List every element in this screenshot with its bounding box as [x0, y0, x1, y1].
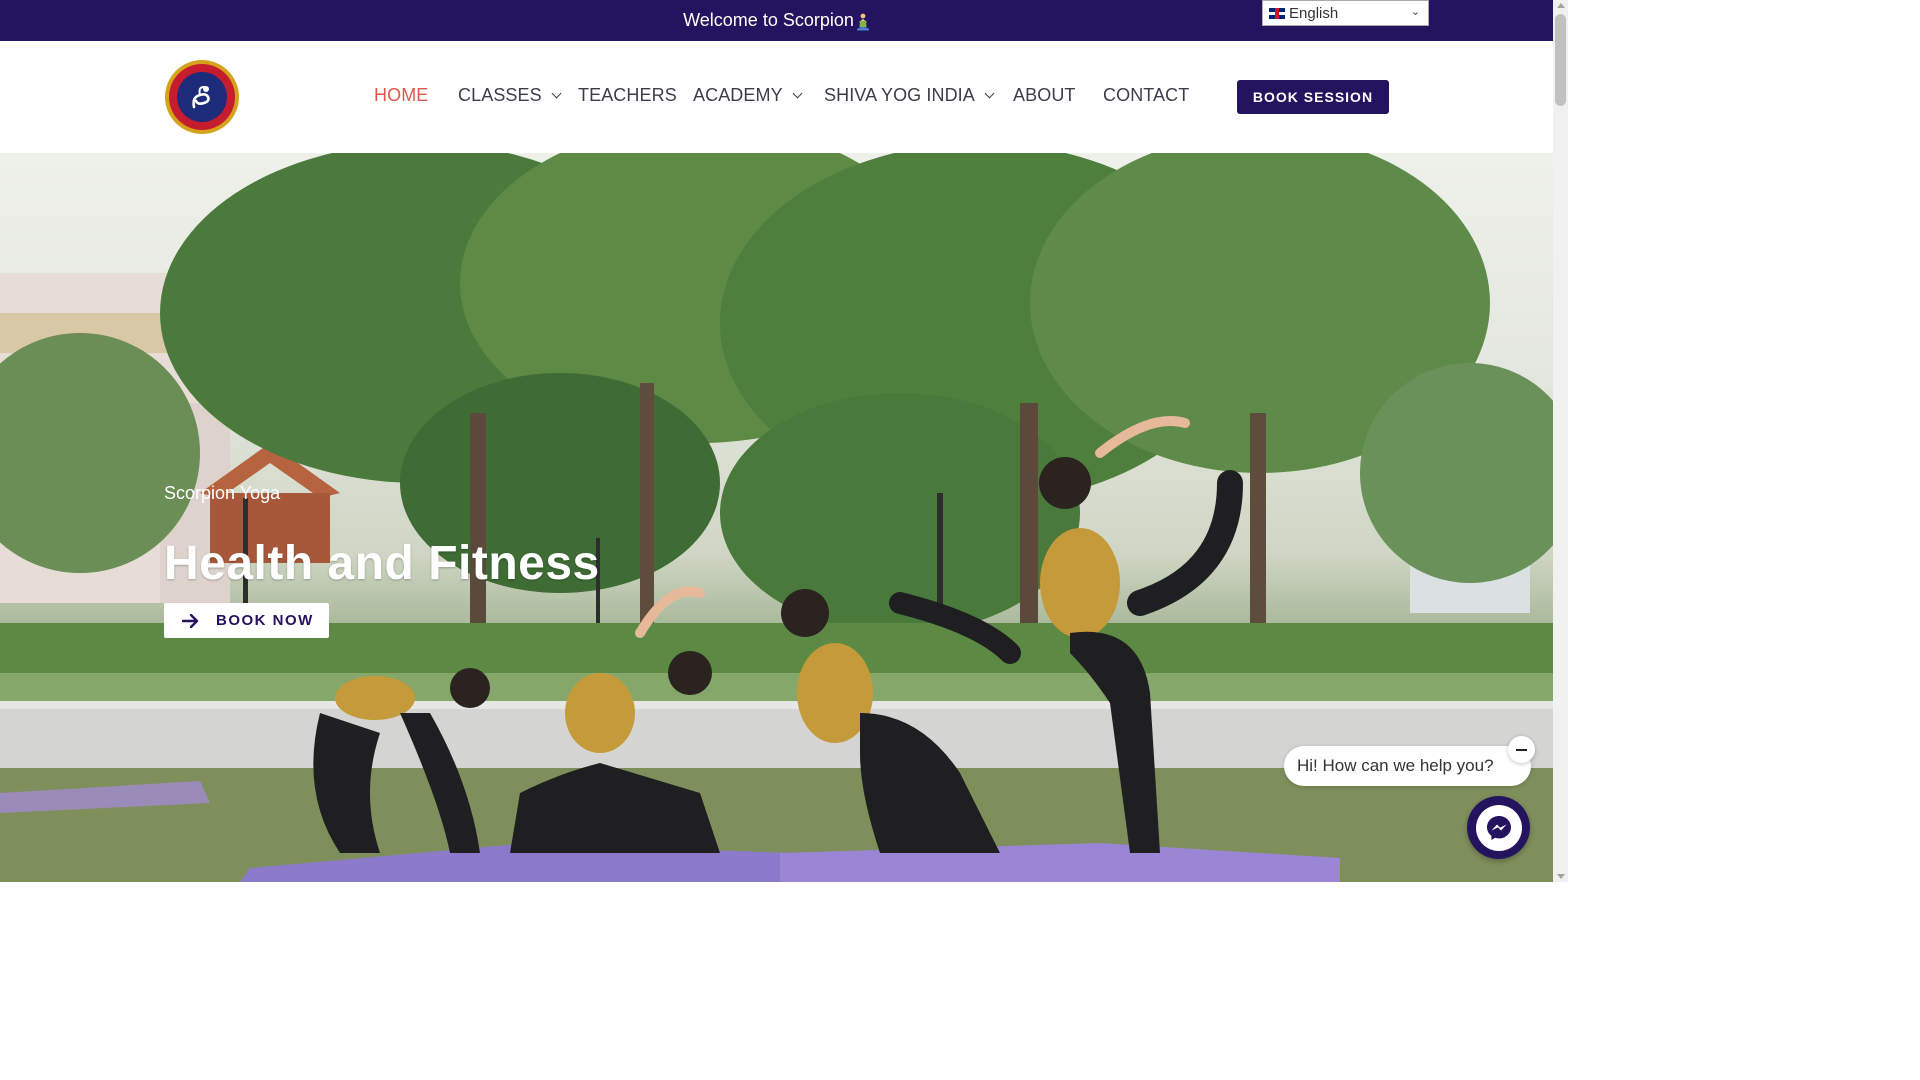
nav-shiva-yog-india-label: SHIVA YOG INDIA: [824, 85, 975, 105]
chevron-down-icon: [792, 88, 803, 99]
nav-classes[interactable]: CLASSES: [458, 85, 562, 106]
page-scrollbar[interactable]: [1553, 0, 1568, 882]
minus-icon: [1516, 748, 1527, 751]
chevron-down-icon: [551, 88, 562, 99]
chat-greeting-text: Hi! How can we help you?: [1297, 756, 1494, 775]
logo-emblem: [177, 72, 227, 122]
nav-academy-label: ACADEMY: [693, 85, 783, 105]
scroll-up-icon[interactable]: [1557, 3, 1565, 8]
messenger-icon: [1486, 815, 1511, 840]
nav-contact[interactable]: CONTACT: [1103, 85, 1189, 106]
site-header: HOME CLASSES TEACHERS ACADEMY SHIVA YOG …: [0, 41, 1553, 153]
nav-shiva-yog-india[interactable]: SHIVA YOG INDIA: [824, 85, 995, 106]
book-now-label: BOOK NOW: [216, 612, 314, 629]
uk-flag-icon: [1269, 7, 1285, 19]
nav-home[interactable]: HOME: [374, 85, 428, 106]
chevron-down-icon: [984, 88, 995, 99]
messenger-icon-wrap: [1475, 804, 1522, 851]
nav-about-label: ABOUT: [1013, 85, 1076, 105]
messenger-chat-button[interactable]: [1467, 796, 1530, 859]
hero-kicker: Scorpion Yoga: [164, 483, 281, 503]
arrow-right-icon: [182, 613, 199, 628]
welcome-text: Welcome to Scorpion: [683, 10, 854, 30]
book-session-button[interactable]: BOOK SESSION: [1237, 80, 1389, 114]
scroll-down-icon[interactable]: [1557, 874, 1565, 879]
nav-contact-label: CONTACT: [1103, 85, 1190, 105]
chat-minimize-button[interactable]: [1508, 736, 1535, 763]
nav-teachers-label: TEACHERS: [578, 85, 677, 105]
nav-teachers[interactable]: TEACHERS: [578, 85, 677, 106]
nav-home-label: HOME: [374, 85, 429, 105]
chevron-down-icon: ⌄: [1410, 6, 1420, 18]
nav-about[interactable]: ABOUT: [1013, 85, 1076, 106]
book-now-button[interactable]: BOOK NOW: [164, 603, 329, 638]
site-logo[interactable]: [165, 60, 239, 134]
nav-academy[interactable]: ACADEMY: [693, 85, 803, 106]
nav-classes-label: CLASSES: [458, 85, 542, 105]
yoga-person-icon: [856, 13, 869, 30]
chat-greeting-bubble[interactable]: Hi! How can we help you?: [1284, 746, 1531, 786]
scorpion-logo-icon: [192, 86, 210, 109]
language-selected: English: [1289, 4, 1339, 22]
scrollbar-thumb[interactable]: [1555, 14, 1566, 106]
language-select[interactable]: English ⌄: [1262, 0, 1429, 26]
hero-title: Health and Fitness: [164, 537, 600, 590]
logo-ring: [169, 64, 235, 130]
